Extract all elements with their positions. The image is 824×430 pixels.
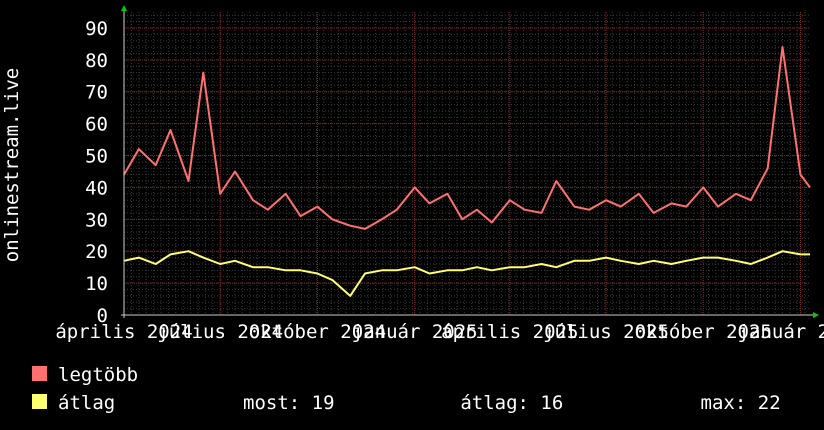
y-tick-label: 30 [85, 209, 108, 231]
y-tick-label: 20 [85, 241, 108, 263]
x-tick-labels: április 2024július 2024október 2024januá… [55, 321, 824, 343]
y-tick-label: 60 [85, 114, 108, 136]
legend-swatch [32, 366, 47, 381]
legend-stats: most: 19 átlag: 16 max: 22 [243, 392, 781, 414]
chart: 0102030405060708090 április 2024július 2… [1, 5, 824, 414]
y-axis-label: onlinestream.live [1, 68, 23, 262]
legend-swatch [32, 394, 47, 409]
y-tick-label: 90 [85, 18, 108, 40]
legend-label: legtöbb [58, 364, 138, 386]
y-tick-label: 80 [85, 50, 108, 72]
y-tick-label: 40 [85, 177, 108, 199]
y-tick-label: 70 [85, 82, 108, 104]
y-tick-labels: 0102030405060708090 [85, 18, 108, 327]
y-tick-label: 50 [85, 146, 108, 168]
y-tick-label: 10 [85, 273, 108, 295]
legend: legtöbb átlag most: 19 átlag: 16 max: 22 [32, 364, 781, 414]
legend-label: átlag [58, 392, 115, 414]
x-axis-arrow [813, 312, 819, 318]
x-tick-label: január 2026 [738, 321, 824, 343]
y-axis-arrow [121, 5, 127, 11]
